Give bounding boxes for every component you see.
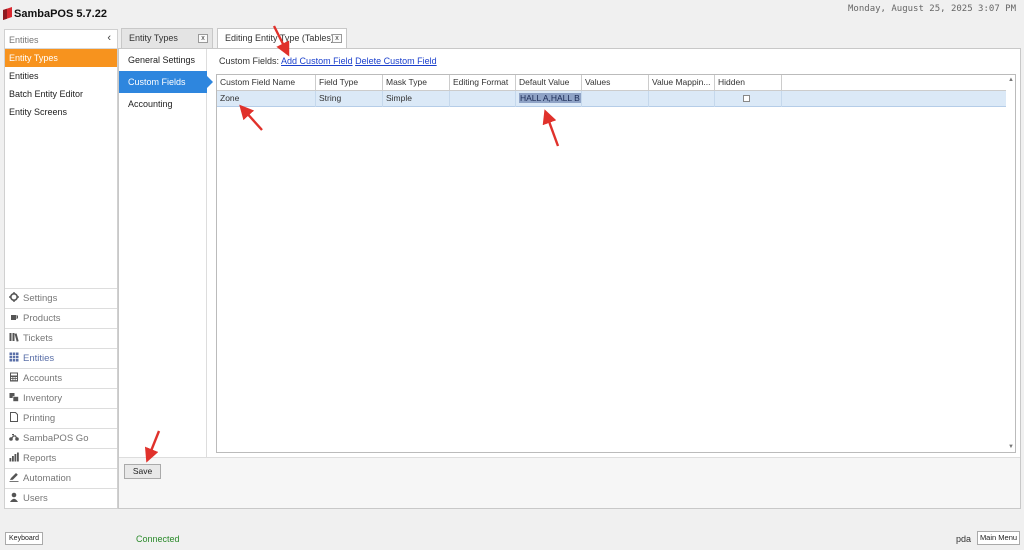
nav-label: Printing [23, 413, 56, 424]
calculator-icon [10, 372, 18, 382]
column-header[interactable]: Custom Field Name [217, 75, 316, 91]
sidebar-header: Entities ‹ [5, 30, 117, 49]
add-custom-field-link[interactable]: Add Custom Field [281, 56, 353, 66]
sidebar-item-entity-screens[interactable]: Entity Screens [5, 103, 117, 121]
vertical-scrollbar[interactable]: ▲ ▼ [1006, 75, 1015, 452]
main-nav: Settings Products Tickets Entities Accou… [5, 288, 117, 508]
datetime-display: Monday, August 25, 2025 3:07 PM [848, 4, 1016, 14]
column-header[interactable]: Values [582, 75, 649, 91]
nav-automation[interactable]: Automation [5, 468, 117, 488]
cell-field-name[interactable]: Zone [217, 91, 316, 107]
editor-bottom-bar: Save [119, 457, 1020, 508]
user-icon [10, 492, 18, 502]
sidebar: Entities ‹ Entity Types Entities Batch E… [4, 29, 118, 509]
tab-label: Entity Types [129, 33, 178, 43]
nav-label: Tickets [23, 333, 53, 344]
save-button[interactable]: Save [124, 464, 161, 479]
nav-label: Settings [23, 293, 58, 304]
keyboard-button[interactable]: Keyboard [5, 532, 43, 545]
custom-fields-label: Custom Fields: [219, 56, 280, 66]
sidebar-title: Entities [9, 35, 39, 45]
cell-hidden[interactable] [715, 91, 782, 107]
tab-entity-types[interactable]: Entity Types x [121, 28, 213, 48]
column-header[interactable]: Default Value [516, 75, 582, 91]
nav-label: SambaPOS Go [23, 433, 89, 444]
app-title: SambaPOS 5.7.22 [14, 8, 107, 20]
nav-label: Accounts [23, 373, 63, 384]
tab-editing-entity-type[interactable]: Editing Entity Type (Tables) x [217, 28, 347, 49]
section-general-settings[interactable]: General Settings [119, 49, 207, 71]
nav-entities[interactable]: Entities [5, 348, 117, 368]
scroll-down-icon[interactable]: ▼ [1008, 444, 1014, 450]
gear-icon [9, 292, 19, 302]
editor-section-menu: General Settings Custom Fields Accountin… [119, 49, 213, 457]
scroll-up-icon[interactable]: ▲ [1008, 77, 1014, 83]
collapse-sidebar-icon[interactable]: ‹ [107, 32, 111, 44]
close-tab-icon[interactable]: x [332, 34, 342, 43]
delete-custom-field-link[interactable]: Delete Custom Field [355, 56, 437, 66]
sambapos-logo-icon [3, 7, 12, 20]
nav-inventory[interactable]: Inventory [5, 388, 117, 408]
main-menu-button[interactable]: Main Menu [977, 531, 1020, 545]
current-user: pda [956, 534, 972, 544]
close-tab-icon[interactable]: x [198, 34, 208, 43]
column-header-filler [782, 75, 1007, 91]
nav-printing[interactable]: Printing [5, 408, 117, 428]
cup-icon [11, 315, 18, 320]
cell-mask-type[interactable]: Simple [383, 91, 450, 107]
nav-reports[interactable]: Reports [5, 448, 117, 468]
nav-label: Automation [23, 473, 72, 484]
editor-panel: General Settings Custom Fields Accountin… [118, 48, 1021, 509]
cell-values[interactable] [582, 91, 649, 107]
cell-value-mapping[interactable] [649, 91, 715, 107]
table-icon [9, 352, 19, 362]
pencil-icon [9, 473, 19, 482]
custom-fields-grid: Custom Field Name Field Type Mask Type E… [216, 74, 1016, 453]
cell-field-type[interactable]: String [316, 91, 383, 107]
tab-label: Editing Entity Type (Tables) [225, 33, 334, 43]
document-icon [10, 412, 18, 422]
column-header[interactable]: Field Type [316, 75, 383, 91]
nav-label: Inventory [23, 393, 63, 404]
cell-editing-format[interactable] [450, 91, 516, 107]
default-value-text: HALL A,HALL B [519, 93, 581, 103]
connection-status: Connected [136, 534, 180, 544]
column-header[interactable]: Value Mappin... [649, 75, 715, 91]
nav-settings[interactable]: Settings [5, 288, 117, 308]
motorbike-icon [9, 434, 19, 441]
nav-accounts[interactable]: Accounts [5, 368, 117, 388]
title-bar: SambaPOS 5.7.22 Monday, August 25, 2025 … [0, 0, 1024, 28]
sidebar-item-batch-entity-editor[interactable]: Batch Entity Editor [5, 85, 117, 103]
cell-default-value[interactable]: HALL A,HALL B [516, 91, 582, 107]
nav-tickets[interactable]: Tickets [5, 328, 117, 348]
sidebar-item-entities[interactable]: Entities [5, 67, 117, 85]
nav-sambapos-go[interactable]: SambaPOS Go [5, 428, 117, 448]
table-row[interactable]: Zone String Simple HALL A,HALL B [217, 91, 1007, 107]
hidden-checkbox[interactable] [743, 95, 750, 102]
nav-label: Reports [23, 453, 57, 464]
nav-label: Users [23, 493, 48, 504]
nav-label: Entities [23, 353, 55, 364]
section-accounting[interactable]: Accounting [119, 93, 207, 115]
bar-chart-icon [9, 452, 19, 462]
nav-products[interactable]: Products [5, 308, 117, 328]
boxes-icon [9, 393, 19, 402]
sidebar-item-entity-types[interactable]: Entity Types [5, 49, 117, 67]
column-header[interactable]: Mask Type [383, 75, 450, 91]
books-icon [9, 333, 19, 342]
column-header[interactable]: Editing Format [450, 75, 516, 91]
document-tabs: Entity Types x Editing Entity Type (Tabl… [121, 28, 1021, 49]
nav-label: Products [23, 313, 61, 324]
column-header[interactable]: Hidden [715, 75, 782, 91]
nav-users[interactable]: Users [5, 488, 117, 508]
section-custom-fields[interactable]: Custom Fields [119, 71, 213, 93]
custom-fields-toolbar: Custom Fields: Add Custom Field Delete C… [219, 56, 437, 66]
